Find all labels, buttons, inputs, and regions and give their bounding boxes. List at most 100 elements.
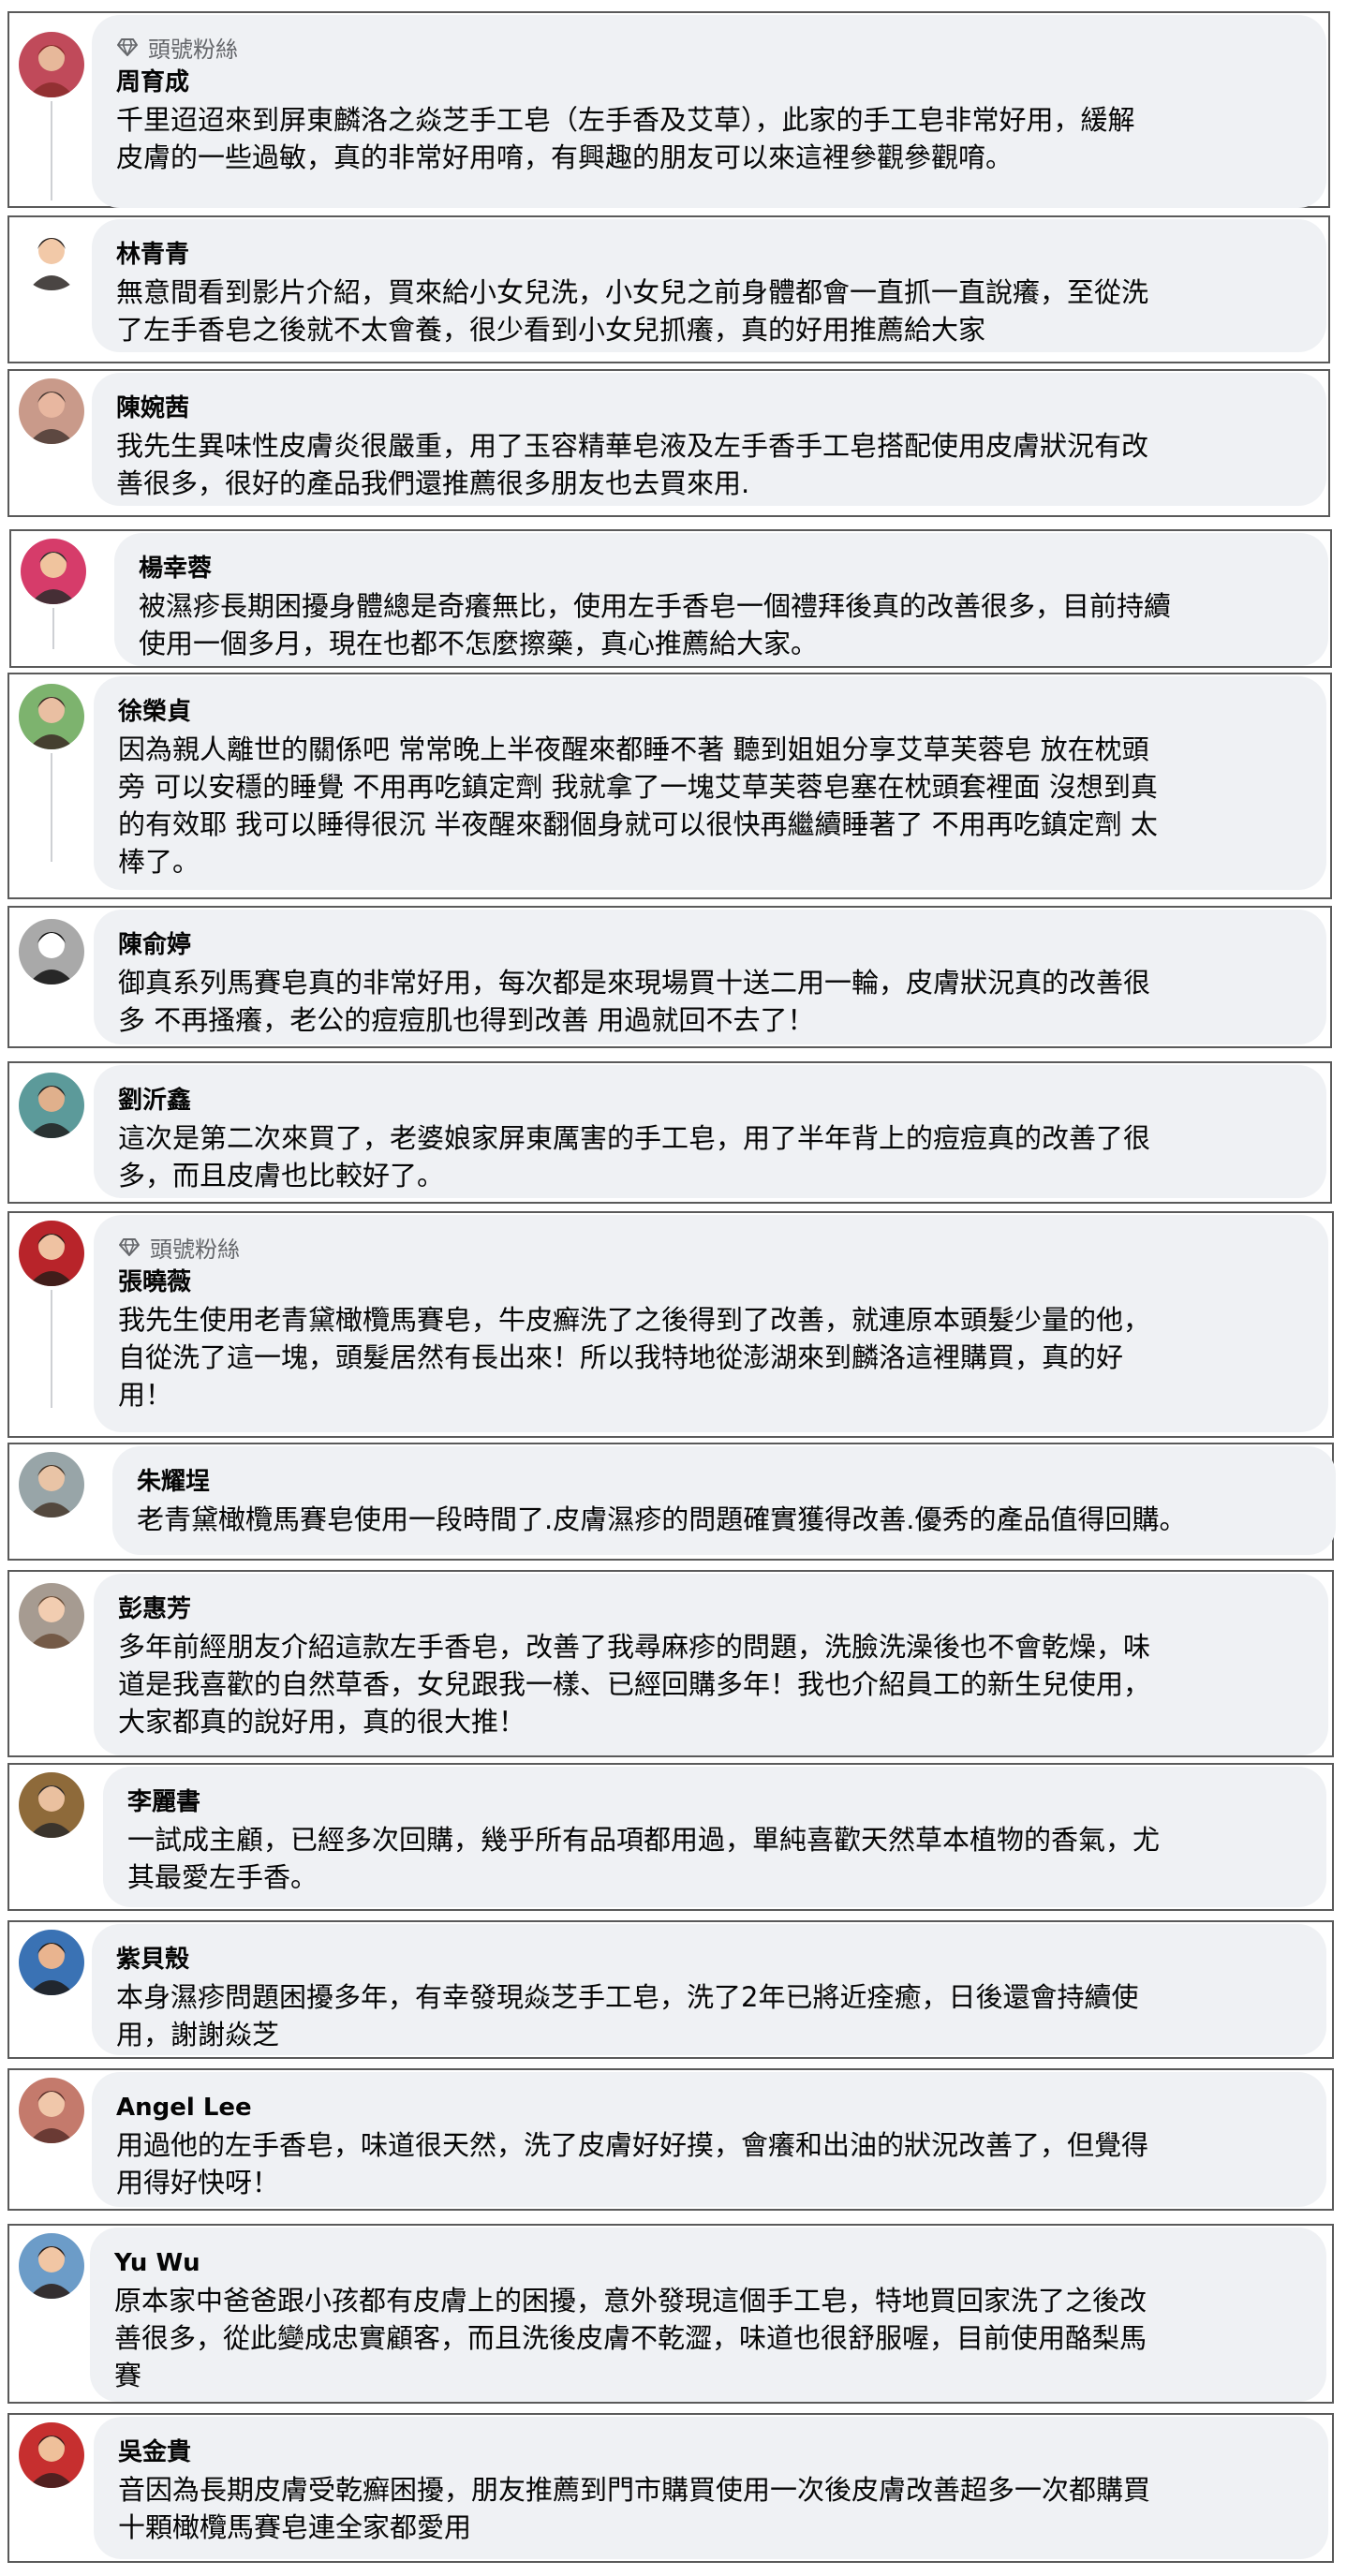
diamond-icon <box>117 38 138 56</box>
comment-text-line: 御真系列馬賽皂真的非常好用，每次都是來現場買十送二用一輪，皮膚狀況真的改善很 <box>118 967 1151 999</box>
comment-text-line: 自從洗了這一塊，頭髮居然有長出來！所以我特地從澎湖來到麟洛這裡購買，真的好 <box>118 1341 1124 1373</box>
comment-text-line: 使用一個多月，現在也都不怎麼擦藥，真心推薦給大家。 <box>139 628 819 659</box>
comment-bubble: 李麗書 一試成主顧，已經多次回購，幾乎所有品項都用過，單純喜歡天然草本植物的香氣，… <box>103 1767 1326 1907</box>
avatar[interactable] <box>19 1583 84 1649</box>
comment-text-line: 其最愛左手香。 <box>127 1861 318 1893</box>
comment-card: 頭號粉絲 張曉薇 我先生使用老青黛橄欖馬賽皂，牛皮癬洗了之後得到了改善，就連原本頭髮… <box>7 1211 1334 1438</box>
reply-thread-line <box>51 753 52 862</box>
avatar[interactable] <box>19 1221 84 1286</box>
comment-bubble: 頭號粉絲 周育成 千里迢迢來到屏東麟洛之焱芝手工皂（左手香及艾草），此家的手工皂非常… <box>92 15 1326 208</box>
comment-bubble: 林青青 無意間看到影片介紹，買來給小女兒洗，小女兒之前身體都會一直抓一直說癢，至從… <box>92 219 1326 352</box>
comment-card: 林青青 無意間看到影片介紹，買來給小女兒洗，小女兒之前身體都會一直抓一直說癢，至從… <box>7 215 1330 363</box>
avatar[interactable] <box>21 539 86 604</box>
avatar[interactable] <box>19 2078 84 2143</box>
comment-text-line: 了左手香皂之後就不太會養，很少看到小女兒抓癢，真的好用推薦給大家 <box>116 314 986 346</box>
avatar-photo <box>19 2078 84 2143</box>
comment-card: 朱耀埕 老青黛橄欖馬賽皂使用一段時間了.皮膚濕疹的問題確實獲得改善.優秀的產品值得… <box>7 1443 1336 1561</box>
comment-card: 陳婉茜 我先生異味性皮膚炎很嚴重，用了玉容精華皂液及左手香手工皂搭配使用皮膚狀況有… <box>7 369 1330 517</box>
commenter-name[interactable]: 吳金貴 <box>118 2434 1313 2471</box>
comment-card: 陳俞婷 御真系列馬賽皂真的非常好用，每次都是來現場買十送二用一輪，皮膚狀況真的改善… <box>7 906 1332 1048</box>
comment-bubble: 楊幸蓉 被濕疹長期困擾身體總是奇癢無比，使用左手香皂一個禮拜後真的改善很多，目前持… <box>114 533 1328 666</box>
comment-text-line: 本身濕疹問題困擾多年，有幸發現焱芝手工皂，洗了2年已將近痊癒，日後還會持續使 <box>116 1981 1139 2013</box>
commenter-name[interactable]: 朱耀埕 <box>137 1463 1321 1501</box>
comment-text-line: 音因為長期皮膚受乾癬困擾，朋友推薦到門市購買使用一次後皮膚改善超多一次都購買 <box>118 2474 1151 2506</box>
avatar-photo <box>19 32 84 97</box>
comment-card: Yu Wu 原本家中爸爸跟小孩都有皮膚上的困擾，意外發現這個手工皂，特地買回家洗了… <box>7 2224 1334 2404</box>
avatar-photo <box>19 2422 84 2488</box>
avatar-photo <box>19 919 84 985</box>
commenter-name[interactable]: 張曉薇 <box>118 1264 1313 1301</box>
avatar[interactable] <box>19 919 84 985</box>
diamond-icon <box>119 1238 140 1256</box>
avatar-photo <box>19 684 84 749</box>
comment-text-line: 我先生使用老青黛橄欖馬賽皂，牛皮癬洗了之後得到了改善，就連原本頭髮少量的他， <box>118 1304 1151 1336</box>
comment-text-line: 老青黛橄欖馬賽皂使用一段時間了.皮膚濕疹的問題確實獲得改善.優秀的產品值得回購。 <box>137 1503 1187 1535</box>
comment-bubble: 吳金貴 音因為長期皮膚受乾癬困擾，朋友推薦到門市購買使用一次後皮膚改善超多一次都購… <box>94 2417 1328 2559</box>
comment-bubble: Angel Lee 用過他的左手香皂，味道很天然，洗了皮膚好好摸，會癢和出油的狀況… <box>92 2072 1326 2207</box>
comment-bubble: 朱耀埕 老青黛橄欖馬賽皂使用一段時間了.皮膚濕疹的問題確實獲得改善.優秀的產品值得… <box>112 1446 1336 1555</box>
avatar-photo <box>19 1221 84 1286</box>
comment-text-line: 旁 可以安穩的睡覺 不用再吃鎮定劑 我就拿了一塊艾草芙蓉皂塞在枕頭套裡面 沒想到… <box>118 771 1158 803</box>
commenter-name[interactable]: 紫貝殼 <box>116 1941 1311 1978</box>
comment-text-line: 無意間看到影片介紹，買來給小女兒洗，小女兒之前身體都會一直抓一直說癢，至從洗 <box>116 276 1149 308</box>
comment-bubble: 紫貝殼 本身濕疹問題困擾多年，有幸發現焱芝手工皂，洗了2年已將近痊癒，日後還會持續… <box>92 1924 1326 2055</box>
avatar-photo <box>19 1073 84 1138</box>
comment-card: 彭惠芳 多年前經朋友介紹這款左手香皂，改善了我尋麻疹的問題，洗臉洗澡後也不會乾燥，… <box>7 1570 1334 1757</box>
avatar-photo <box>19 1772 84 1838</box>
top-fan-badge[interactable]: 頭號粉絲 <box>118 1230 1313 1264</box>
reply-thread-line <box>51 101 52 200</box>
top-fan-badge[interactable]: 頭號粉絲 <box>116 30 1311 64</box>
avatar[interactable] <box>19 2422 84 2488</box>
comment-card: Angel Lee 用過他的左手香皂，味道很天然，洗了皮膚好好摸，會癢和出油的狀況… <box>7 2068 1334 2211</box>
commenter-name[interactable]: 周育成 <box>116 64 1311 101</box>
avatar[interactable] <box>19 32 84 97</box>
avatar[interactable] <box>19 1772 84 1838</box>
reply-thread-line <box>51 1290 52 1408</box>
avatar[interactable] <box>19 684 84 749</box>
comment-text-line: 用過他的左手香皂，味道很天然，洗了皮膚好好摸，會癢和出油的狀況改善了，但覺得 <box>116 2129 1149 2161</box>
comment-text-line: 善很多，從此變成忠實顧客，而且洗後皮膚不乾澀，味道也很舒服喔，目前使用酪梨馬 <box>114 2322 1147 2354</box>
comment-text-line: 用，謝謝焱芝 <box>116 2019 280 2050</box>
commenter-name[interactable]: Angel Lee <box>116 2089 1311 2126</box>
comment-bubble: 彭惠芳 多年前經朋友介紹這款左手香皂，改善了我尋麻疹的問題，洗臉洗澡後也不會乾燥，… <box>94 1574 1328 1755</box>
top-fan-label: 頭號粉絲 <box>150 1236 240 1263</box>
comment-text-line: 原本家中爸爸跟小孩都有皮膚上的困擾，意外發現這個手工皂，特地買回家洗了之後改 <box>114 2285 1147 2317</box>
commenter-name[interactable]: 彭惠芳 <box>118 1591 1313 1628</box>
avatar[interactable] <box>19 1930 84 1995</box>
comment-text-line: 被濕疹長期困擾身體總是奇癢無比，使用左手香皂一個禮拜後真的改善很多，目前持續 <box>139 590 1172 622</box>
commenter-name[interactable]: 陳俞婷 <box>118 926 1311 964</box>
comment-text-line: 這次是第二次來買了，老婆娘家屏東厲害的手工皂，用了半年背上的痘痘真的改善了很 <box>118 1122 1151 1154</box>
comment-text-line: 用！ <box>118 1379 173 1411</box>
comment-text-line: 多 不再搔癢，老公的痘痘肌也得到改善 用過就回不去了！ <box>118 1004 815 1036</box>
comment-bubble: 劉沂鑫 這次是第二次來買了，老婆娘家屏東厲害的手工皂，用了半年背上的痘痘真的改善了… <box>94 1065 1326 1198</box>
avatar[interactable] <box>19 2233 84 2299</box>
commenter-name[interactable]: 李麗書 <box>127 1784 1311 1821</box>
comment-text-line: 棒了。 <box>118 846 200 878</box>
comment-text-line: 因為親人離世的關係吧 常常晚上半夜醒來都睡不著 聽到姐姐分享艾草芙蓉皂 放在枕頭 <box>118 733 1149 765</box>
comment-card: 頭號粉絲 周育成 千里迢迢來到屏東麟洛之焱芝手工皂（左手香及艾草），此家的手工皂非常… <box>7 11 1330 208</box>
avatar[interactable] <box>19 378 84 444</box>
avatar[interactable] <box>19 1452 84 1517</box>
reply-thread-line <box>52 608 54 649</box>
comment-card: 劉沂鑫 這次是第二次來買了，老婆娘家屏東厲害的手工皂，用了半年背上的痘痘真的改善了… <box>7 1061 1332 1204</box>
comment-bubble: 徐榮貞 因為親人離世的關係吧 常常晚上半夜醒來都睡不著 聽到姐姐分享艾草芙蓉皂 放… <box>94 676 1326 890</box>
comment-card: 紫貝殼 本身濕疹問題困擾多年，有幸發現焱芝手工皂，洗了2年已將近痊癒，日後還會持續… <box>7 1920 1334 2059</box>
commenter-name[interactable]: Yu Wu <box>114 2244 1311 2282</box>
commenter-name[interactable]: 林青青 <box>116 236 1311 274</box>
commenter-name[interactable]: 陳婉茜 <box>116 390 1311 427</box>
avatar-photo <box>19 225 84 290</box>
avatar-photo <box>19 378 84 444</box>
comment-card: 吳金貴 音因為長期皮膚受乾癬困擾，朋友推薦到門市購買使用一次後皮膚改善超多一次都購… <box>7 2413 1334 2563</box>
commenter-name[interactable]: 劉沂鑫 <box>118 1082 1311 1119</box>
comment-text-line: 善很多，很好的產品我們還推薦很多朋友也去買來用. <box>116 467 750 499</box>
avatar-photo <box>19 2233 84 2299</box>
comment-text-line: 一試成主顧，已經多次回購，幾乎所有品項都用過，單純喜歡天然草本植物的香氣，尤 <box>127 1824 1161 1856</box>
comment-text-line: 十顆橄欖馬賽皂連全家都愛用 <box>118 2511 472 2543</box>
commenter-name[interactable]: 徐榮貞 <box>118 693 1311 731</box>
comment-bubble: 頭號粉絲 張曉薇 我先生使用老青黛橄欖馬賽皂，牛皮癬洗了之後得到了改善，就連原本頭髮… <box>94 1215 1328 1432</box>
avatar[interactable] <box>19 225 84 290</box>
commenter-name[interactable]: 楊幸蓉 <box>139 550 1313 587</box>
avatar[interactable] <box>19 1073 84 1138</box>
comment-card: 徐榮貞 因為親人離世的關係吧 常常晚上半夜醒來都睡不著 聽到姐姐分享艾草芙蓉皂 放… <box>7 673 1332 899</box>
comment-bubble: 陳婉茜 我先生異味性皮膚炎很嚴重，用了玉容精華皂液及左手香手工皂搭配使用皮膚狀況有… <box>92 373 1326 506</box>
